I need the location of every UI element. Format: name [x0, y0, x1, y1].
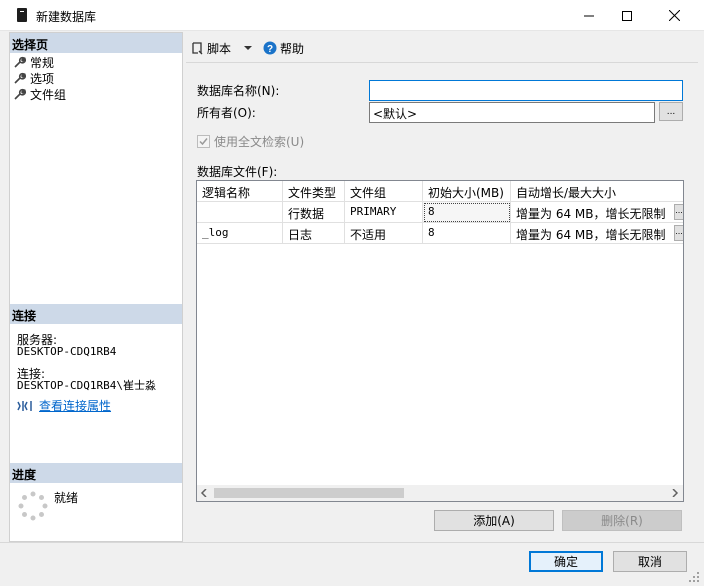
progress-status: 就绪 — [54, 491, 79, 505]
column-header[interactable]: 文件类型 — [283, 181, 345, 202]
column-header[interactable]: 初始大小(MB) — [423, 181, 511, 202]
resize-grip-icon[interactable] — [688, 571, 700, 583]
wrench-icon — [14, 72, 26, 84]
progress-header: 进度 — [10, 463, 182, 483]
page-item-options[interactable]: 选项 — [14, 70, 54, 86]
close-button[interactable] — [651, 0, 697, 31]
cell-file-type[interactable]: 日志 — [283, 223, 345, 244]
server-value: DESKTOP-CDQ1RB4 — [17, 345, 117, 358]
title-bar: 新建数据库 — [0, 0, 704, 31]
column-header[interactable]: 自动增长/最大大小 — [511, 181, 683, 202]
scrollbar-thumb[interactable] — [214, 488, 404, 498]
script-button[interactable]: 脚本 — [190, 40, 231, 57]
window-title: 新建数据库 — [36, 10, 97, 24]
help-label: 帮助 — [280, 41, 305, 56]
page-item-filegroups[interactable]: 文件组 — [14, 86, 66, 102]
progress-spinner-icon — [18, 491, 48, 521]
wrench-icon — [14, 56, 26, 68]
cell-logical-name[interactable]: _log — [197, 223, 283, 244]
scroll-left-icon[interactable] — [200, 489, 208, 497]
view-connection-properties[interactable]: 查看连接属性 — [17, 397, 111, 414]
fulltext-checkbox[interactable]: 使用全文检索(U) — [197, 133, 304, 150]
cell-filegroup[interactable]: PRIMARY — [345, 202, 423, 223]
cell-autogrowth[interactable]: 增量为 64 MB，增长无限制 — [511, 223, 683, 244]
page-item-general[interactable]: 常规 — [14, 54, 54, 70]
cancel-button[interactable]: 取消 — [613, 551, 687, 572]
page-item-label: 选项 — [30, 71, 55, 86]
scroll-right-icon[interactable] — [671, 489, 679, 497]
connection-value: DESKTOP-CDQ1RB4\崔士淼 — [17, 379, 156, 392]
maximize-icon — [622, 10, 632, 21]
help-button[interactable]: ? 帮助 — [263, 40, 304, 57]
page-item-label: 常规 — [30, 55, 55, 70]
connection-header: 连接 — [10, 304, 182, 324]
connection-properties-icon — [17, 400, 32, 411]
cell-initial-size[interactable]: 8 — [423, 223, 511, 244]
svg-text:?: ? — [267, 44, 273, 55]
help-icon: ? — [263, 41, 277, 55]
checkbox-checked-icon — [197, 135, 210, 148]
toolbar-divider — [186, 62, 698, 63]
cell-logical-name[interactable] — [197, 202, 283, 223]
horizontal-scrollbar[interactable] — [197, 485, 683, 501]
db-name-label: 数据库名称(N): — [197, 84, 280, 98]
column-header[interactable]: 文件组 — [345, 181, 423, 202]
cell-filegroup[interactable]: 不适用 — [345, 223, 423, 244]
select-page-header: 选择页 — [10, 33, 182, 53]
maximize-button[interactable] — [604, 0, 650, 31]
dialog-footer: 确定 取消 — [0, 542, 704, 586]
column-header[interactable]: 逻辑名称 — [197, 181, 283, 202]
minimize-icon — [584, 15, 594, 16]
toolbar: 脚本 ? 帮助 — [186, 36, 698, 60]
chevron-down-icon[interactable] — [243, 43, 253, 53]
owner-label: 所有者(O): — [197, 106, 256, 120]
ok-button[interactable]: 确定 — [529, 551, 603, 572]
owner-browse-button[interactable]: ... — [659, 102, 683, 121]
database-icon — [17, 8, 27, 22]
remove-button[interactable]: 删除(R) — [562, 510, 682, 531]
cell-initial-size[interactable]: 8 — [423, 202, 511, 223]
add-button[interactable]: 添加(A) — [434, 510, 554, 531]
left-panel: 选择页 常规 选项 文件组 连接 服务器: DESKTOP-CDQ1RB4 连接… — [9, 32, 183, 542]
db-files-grid[interactable]: 逻辑名称 文件类型 文件组 初始大小(MB) 自动增长/最大大小 行数据 PRI… — [196, 180, 684, 502]
wrench-icon — [14, 88, 26, 100]
close-icon — [668, 10, 680, 21]
cell-file-type[interactable]: 行数据 — [283, 202, 345, 223]
script-icon — [192, 42, 203, 55]
page-item-label: 文件组 — [30, 87, 67, 102]
db-name-input[interactable] — [369, 80, 683, 101]
fulltext-label: 使用全文检索(U) — [214, 135, 305, 149]
script-label: 脚本 — [207, 41, 232, 56]
owner-input[interactable]: <默认> — [369, 102, 655, 123]
view-connection-properties-link[interactable]: 查看连接属性 — [39, 397, 111, 414]
cell-autogrowth[interactable]: 增量为 64 MB，增长无限制 — [511, 202, 683, 223]
autogrowth-edit-button[interactable]: ... — [674, 225, 683, 241]
autogrowth-edit-button[interactable]: ... — [674, 204, 683, 220]
db-files-label: 数据库文件(F): — [197, 165, 278, 179]
